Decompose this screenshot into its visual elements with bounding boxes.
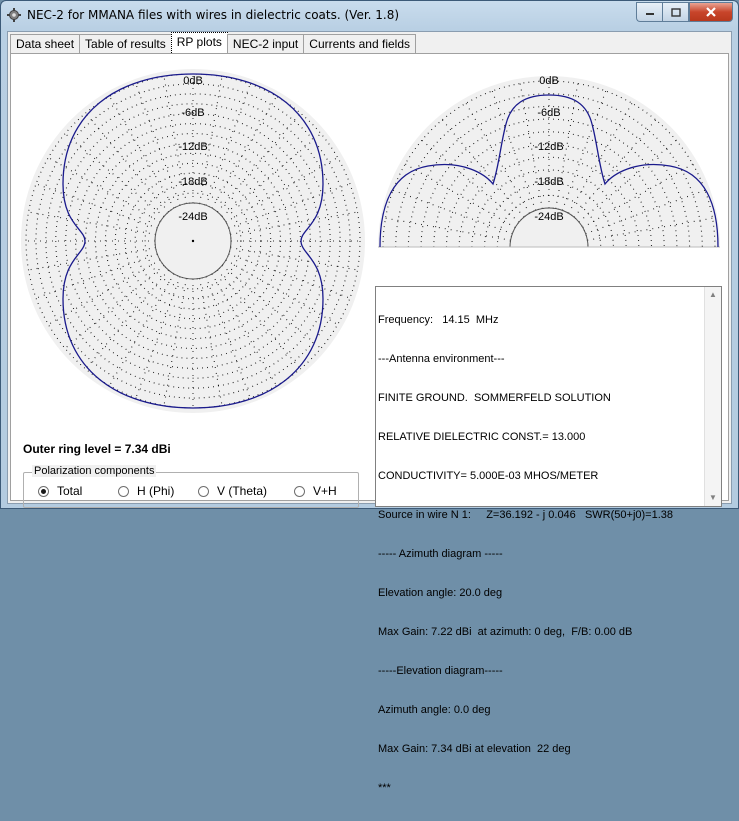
tab-nec2-input[interactable]: NEC-2 input	[226, 34, 305, 54]
outer-ring-level: Outer ring level = 7.34 dBi	[23, 442, 171, 456]
info-line: Max Gain: 7.22 dBi at azimuth: 0 deg, F/…	[378, 626, 633, 638]
minimize-icon	[645, 13, 654, 15]
info-line: Source in wire N 1: Z=36.192 - j 0.046 S…	[378, 509, 674, 521]
close-button[interactable]	[689, 2, 733, 22]
az-label-0db: 0dB	[183, 75, 203, 87]
maximize-icon	[670, 7, 681, 17]
az-label-24db: -24dB	[178, 211, 207, 223]
az-label-6db: -6dB	[181, 107, 204, 119]
az-label-18db: -18dB	[178, 176, 207, 188]
radio-v-plus-h-label: V+H	[313, 484, 337, 498]
radio-total[interactable]: Total	[38, 484, 82, 498]
app-window: NEC-2 for MMANA files with wires in diel…	[0, 0, 739, 794]
el-label-24db: -24dB	[534, 211, 563, 223]
info-line: CONDUCTIVITY= 5.000E-03 MHOS/METER	[378, 470, 599, 482]
tab-data-sheet[interactable]: Data sheet	[10, 34, 81, 54]
vertical-scrollbar[interactable]: ▲ ▼	[704, 287, 721, 506]
radio-v-plus-h[interactable]: V+H	[294, 484, 337, 498]
info-line: -----Elevation diagram-----	[378, 665, 503, 677]
window-controls	[636, 2, 733, 22]
scroll-up-arrow-icon[interactable]: ▲	[705, 287, 721, 303]
minimize-button[interactable]	[636, 2, 662, 22]
azimuth-center-dot	[191, 239, 195, 243]
el-label-12db: -12dB	[534, 141, 563, 153]
el-label-18db: -18dB	[534, 176, 563, 188]
info-line: FINITE GROUND. SOMMERFELD SOLUTION	[378, 392, 611, 404]
info-line: ***	[378, 782, 391, 794]
radio-v-theta-label: V (Theta)	[217, 484, 268, 498]
results-textbox[interactable]: Frequency: 14.15 MHz ---Antenna environm…	[375, 286, 722, 794]
radio-h-phi-indicator[interactable]	[118, 485, 129, 497]
gear-icon[interactable]	[7, 8, 21, 22]
scroll-down-arrow-icon[interactable]: ▼	[705, 490, 721, 506]
info-line: ---Antenna environment---	[378, 353, 505, 365]
el-label-0db: 0dB	[539, 75, 559, 87]
window-title: NEC-2 for MMANA files with wires in diel…	[27, 8, 400, 22]
info-line: Max Gain: 7.34 dBi at elevation 22 deg	[378, 743, 571, 755]
radio-total-label: Total	[57, 484, 83, 498]
radio-v-theta-indicator[interactable]	[198, 485, 209, 497]
info-line: Elevation angle: 20.0 deg	[378, 587, 503, 599]
radio-h-phi-label: H (Phi)	[137, 484, 175, 498]
tab-strip: Data sheet Table of results RP plots NEC…	[10, 32, 416, 55]
el-label-6db: -6dB	[537, 107, 560, 119]
maximize-button[interactable]	[662, 2, 689, 22]
rp-plots-panel: 0dB -6dB -12dB -18dB -24dB 0dB -6dB -12d…	[10, 53, 729, 794]
results-text: Frequency: 14.15 MHz ---Antenna environm…	[378, 288, 704, 821]
info-line: ----- Azimuth diagram -----	[378, 548, 503, 560]
tab-table-of-results[interactable]: Table of results	[79, 34, 172, 54]
polarization-legend: Polarization components	[32, 465, 157, 477]
radio-h-phi[interactable]: H (Phi)	[118, 484, 174, 498]
tab-rp-plots[interactable]: RP plots	[170, 32, 228, 55]
radio-v-plus-h-indicator[interactable]	[294, 485, 305, 497]
info-line: RELATIVE DIELECTRIC CONST.= 13.000	[378, 431, 586, 443]
client-area: Data sheet Table of results RP plots NEC…	[7, 31, 732, 794]
elevation-plot: 0dB -6dB -12dB -18dB -24dB	[378, 75, 720, 248]
info-line: Frequency: 14.15 MHz	[378, 314, 499, 326]
radio-total-indicator[interactable]	[38, 485, 49, 497]
info-line: Azimuth angle: 0.0 deg	[378, 704, 491, 716]
radio-v-theta[interactable]: V (Theta)	[198, 484, 267, 498]
tab-currents-and-fields[interactable]: Currents and fields	[303, 34, 416, 54]
azimuth-plot: 0dB -6dB -12dB -18dB -24dB	[21, 69, 365, 413]
az-label-12db: -12dB	[178, 141, 207, 153]
close-icon	[706, 7, 716, 17]
polarization-group: Polarization components Total H (Phi) V …	[23, 465, 359, 508]
title-bar[interactable]: NEC-2 for MMANA files with wires in diel…	[1, 1, 738, 31]
